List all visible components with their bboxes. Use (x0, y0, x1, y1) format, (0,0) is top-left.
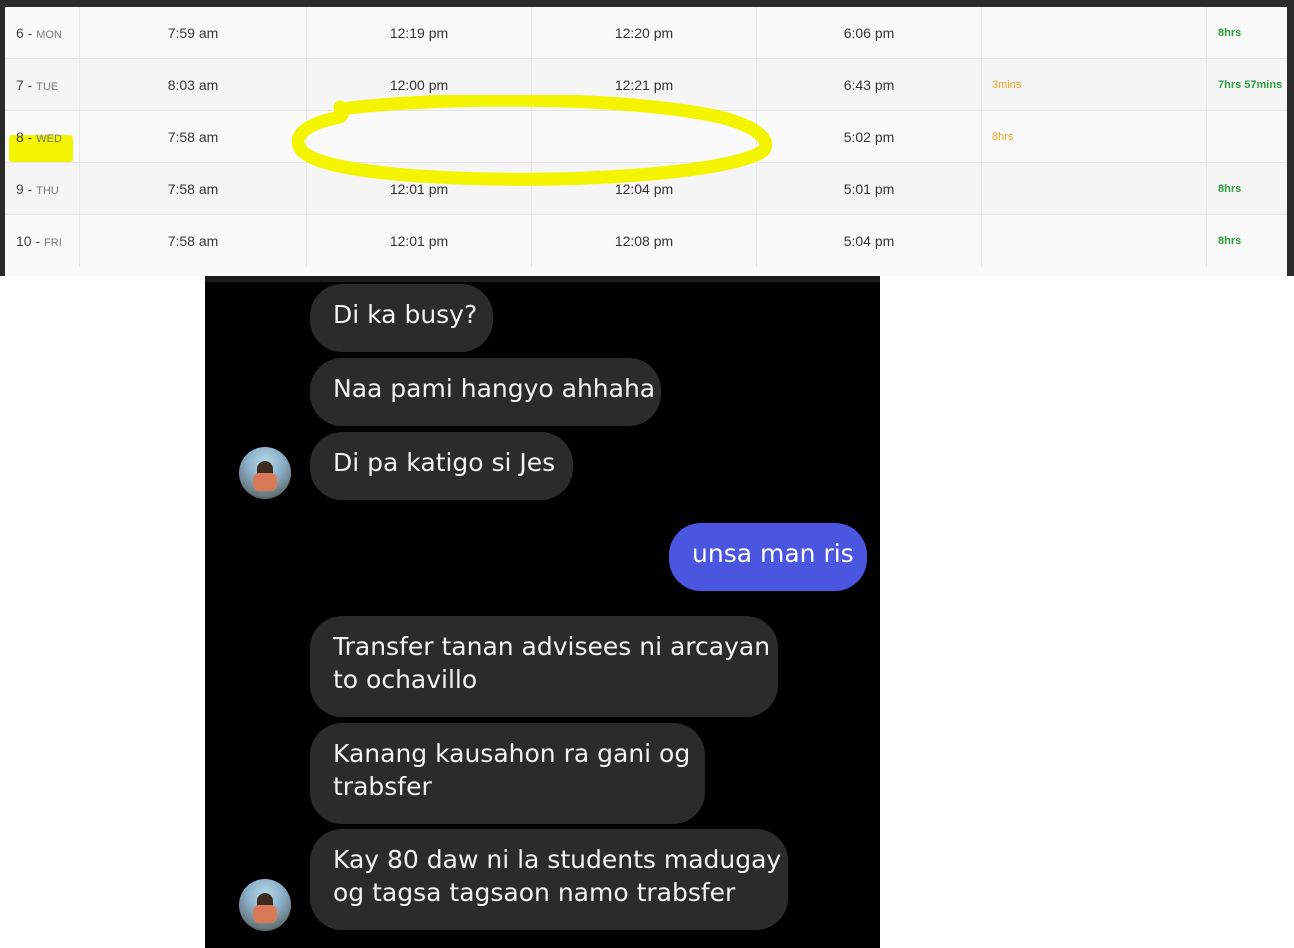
time-out-am: 12:01 pm (307, 215, 532, 267)
day-number: 7 (16, 77, 24, 93)
table-row: 7 - TUE 8:03 am 12:00 pm 12:21 pm 6:43 p… (5, 59, 1287, 111)
avatar-figure-shirt (253, 473, 277, 491)
day-cell: 6 - MON (5, 7, 80, 59)
time-out-pm: 5:04 pm (757, 215, 982, 267)
total-hours-cell: 8hrs (1218, 235, 1242, 247)
day-cell: 7 - TUE (5, 59, 80, 111)
my-message-bubble[interactable]: unsa man ris (669, 523, 867, 591)
time-out-pm: 6:06 pm (757, 7, 982, 59)
message-bubble[interactable]: Transfer tanan advisees ni arcayan to oc… (310, 616, 778, 717)
day-number: 8 (16, 129, 24, 145)
time-in-pm: 12:21 pm (532, 59, 757, 111)
attendance-table: 6 - MON 7:59 am 12:19 pm 12:20 pm 6:06 p… (0, 0, 1294, 276)
time-in-am: 7:59 am (80, 7, 307, 59)
time-out-pm: 5:02 pm (757, 111, 982, 163)
attendance-table-body: 6 - MON 7:59 am 12:19 pm 12:20 pm 6:06 p… (5, 7, 1287, 276)
day-name: WED (36, 133, 62, 145)
time-out-am: 12:19 pm (307, 7, 532, 59)
message-text-line: Kanang kausahon ra gani og (333, 739, 691, 768)
contact-avatar[interactable] (239, 879, 291, 931)
time-in-am: 7:58 am (80, 111, 307, 163)
table-row: 9 - THU 7:58 am 12:01 pm 12:04 pm 5:01 p… (5, 163, 1287, 215)
total-hours-cell: 8hrs (1218, 27, 1242, 39)
avatar-figure-shirt (253, 905, 277, 923)
time-in-pm: 12:08 pm (532, 215, 757, 267)
time-in-am: 7:58 am (80, 163, 307, 215)
total-hours-cell: 8hrs (1218, 183, 1242, 195)
message-text-line: trabsfer (333, 772, 432, 801)
time-in-pm (532, 111, 757, 163)
message-bubble[interactable]: Di ka busy? (310, 284, 493, 352)
time-in-am: 8:03 am (80, 59, 307, 111)
late-cell (982, 7, 1207, 59)
time-out-am (307, 111, 532, 163)
day-name: TUE (36, 81, 59, 93)
message-bubble[interactable]: Kay 80 daw ni la students madugay og tag… (310, 829, 788, 930)
late-cell (982, 215, 1207, 267)
time-in-pm: 12:04 pm (532, 163, 757, 215)
message-text: Naa pami hangyo ahhaha (333, 374, 656, 403)
table-row: 10 - FRI 7:58 am 12:01 pm 12:08 pm 5:04 … (5, 215, 1287, 267)
day-name: FRI (44, 237, 62, 249)
total-hours-cell (1207, 111, 1287, 163)
time-in-am: 7:58 am (80, 215, 307, 267)
day-cell: 9 - THU (5, 163, 80, 215)
time-out-pm: 6:43 pm (757, 59, 982, 111)
message-text: Di ka busy? (333, 300, 478, 329)
day-name: MON (36, 29, 62, 41)
message-bubble[interactable]: Naa pami hangyo ahhaha (310, 358, 661, 426)
time-out-am: 12:00 pm (307, 59, 532, 111)
message-text-line: Transfer tanan advisees ni arcayan (333, 632, 771, 661)
late-cell (982, 163, 1207, 215)
chat-top-strip (205, 276, 880, 282)
total-hours-cell: 7hrs 57mins (1218, 79, 1283, 91)
table-row: 8 - WED 7:58 am 5:02 pm 8hrs (5, 111, 1287, 163)
day-number: 9 (16, 181, 24, 197)
time-out-pm: 5:01 pm (757, 163, 982, 215)
message-text: Di pa katigo si Jes (333, 448, 556, 477)
message-text-line: to ochavillo (333, 665, 478, 694)
message-text-line: og tagsa tagsaon namo trabsfer (333, 878, 736, 907)
time-out-am: 12:01 pm (307, 163, 532, 215)
message-text: unsa man ris (692, 539, 854, 568)
day-number: 10 (16, 233, 32, 249)
message-bubble[interactable]: Kanang kausahon ra gani og trabsfer (310, 723, 705, 824)
day-number: 6 (16, 25, 24, 41)
table-row: 6 - MON 7:59 am 12:19 pm 12:20 pm 6:06 p… (5, 7, 1287, 59)
day-name: THU (36, 185, 59, 197)
message-bubble[interactable]: Di pa katigo si Jes (310, 432, 573, 500)
chat-window: Di ka busy? Naa pami hangyo ahhaha Di pa… (205, 276, 880, 948)
late-cell: 3mins (982, 59, 1207, 111)
day-cell: 8 - WED (5, 111, 80, 163)
day-cell: 10 - FRI (5, 215, 80, 267)
contact-avatar[interactable] (239, 447, 291, 499)
time-in-pm: 12:20 pm (532, 7, 757, 59)
late-cell: 8hrs (982, 111, 1207, 163)
message-text-line: Kay 80 daw ni la students madugay (333, 845, 782, 874)
